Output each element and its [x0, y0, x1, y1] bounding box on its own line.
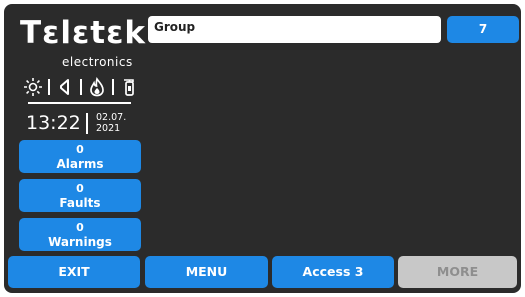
status-icons: [22, 75, 142, 99]
sidebar: Tεlεtεk electronics 13:22 02.07. 2021 0 …: [4, 4, 145, 256]
extinguisher-icon: [118, 76, 140, 98]
separator: [80, 79, 82, 95]
alarms-button[interactable]: 0 Alarms: [19, 140, 141, 173]
brand-logo: Tεlεtεk: [20, 15, 146, 51]
group-field[interactable]: Group: [148, 16, 441, 43]
separator: [112, 79, 114, 95]
panel-screen: Tεlεtεk electronics 13:22 02.07. 2021 0 …: [4, 4, 521, 293]
alarms-count: 0: [76, 142, 84, 156]
clock-date: 02.07. 2021: [96, 112, 126, 134]
sun-icon: [22, 76, 44, 98]
warnings-label: Warnings: [48, 234, 112, 249]
exit-button[interactable]: EXIT: [8, 256, 140, 288]
clock-separator: [86, 113, 88, 134]
warnings-button[interactable]: 0 Warnings: [19, 218, 141, 251]
divider: [28, 102, 131, 104]
faults-count: 0: [76, 181, 84, 195]
brand-tagline: electronics: [62, 55, 133, 69]
separator: [48, 79, 50, 95]
clock-date-year: 2021: [96, 123, 121, 134]
speaker-icon: [54, 76, 76, 98]
clock-time: 13:22: [26, 112, 81, 134]
alarms-label: Alarms: [56, 156, 104, 171]
more-button: MORE: [398, 256, 517, 288]
group-field-label: Group: [154, 20, 196, 34]
faults-label: Faults: [59, 195, 101, 210]
menu-button[interactable]: MENU: [145, 256, 268, 288]
access-level-button[interactable]: Access 3: [272, 256, 394, 288]
group-number-button[interactable]: 7: [447, 16, 519, 43]
clock-date-day: 02.07.: [96, 112, 127, 123]
warnings-count: 0: [76, 220, 84, 234]
faults-button[interactable]: 0 Faults: [19, 179, 141, 212]
fire-icon: [86, 76, 108, 98]
